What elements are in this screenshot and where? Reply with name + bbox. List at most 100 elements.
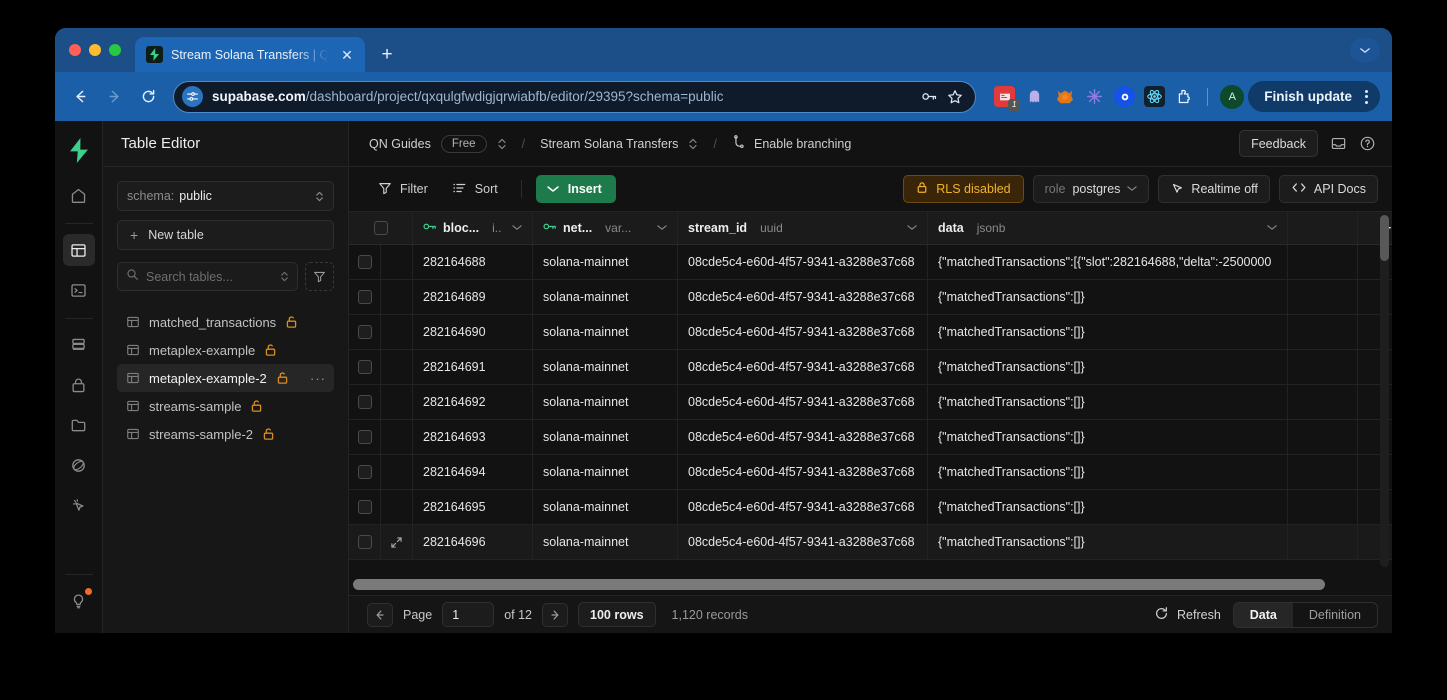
row-checkbox[interactable] xyxy=(349,280,381,314)
row-checkbox[interactable] xyxy=(349,245,381,279)
cell-network[interactable]: solana-mainnet xyxy=(533,525,678,559)
ext-circle-icon[interactable] xyxy=(1114,86,1136,107)
minimize-window-button[interactable] xyxy=(89,44,101,56)
cell-network[interactable]: solana-mainnet xyxy=(533,490,678,524)
vertical-scrollbar-thumb[interactable] xyxy=(1380,215,1389,261)
cell-block[interactable]: 282164691 xyxy=(413,350,533,384)
chevron-down-icon[interactable] xyxy=(512,223,522,233)
close-window-button[interactable] xyxy=(69,44,81,56)
cell-network[interactable]: solana-mainnet xyxy=(533,350,678,384)
sidebar-item-authentication[interactable] xyxy=(63,369,95,401)
table-list-item[interactable]: streams-sample-2 xyxy=(117,420,334,448)
help-circle-icon[interactable] xyxy=(1359,135,1376,152)
table-row[interactable]: 282164696 solana-mainnet 08cde5c4-e60d-4f5… xyxy=(349,525,1392,560)
column-header[interactable]: bloc... i.. xyxy=(413,212,533,244)
insert-button[interactable]: Insert xyxy=(535,175,616,203)
table-row[interactable]: 282164694 solana-mainnet 08cde5c4-e60d-4f5… xyxy=(349,455,1392,490)
refresh-button[interactable]: Refresh xyxy=(1154,606,1221,624)
expand-row-button[interactable] xyxy=(381,385,413,419)
cell-network[interactable]: solana-mainnet xyxy=(533,280,678,314)
rows-per-page-select[interactable]: 100 rows xyxy=(578,602,656,627)
inbox-icon[interactable] xyxy=(1330,135,1347,152)
site-settings-icon[interactable] xyxy=(182,86,203,107)
expand-row-button[interactable] xyxy=(381,525,413,559)
supabase-logo[interactable] xyxy=(63,131,95,169)
table-row[interactable]: 282164691 solana-mainnet 08cde5c4-e60d-4f5… xyxy=(349,350,1392,385)
chevron-down-icon[interactable] xyxy=(1267,223,1277,233)
cell-network[interactable]: solana-mainnet xyxy=(533,420,678,454)
cell-data[interactable]: {"matchedTransactions":[]} xyxy=(928,455,1288,489)
back-button[interactable] xyxy=(65,82,95,112)
cell-stream_id[interactable]: 08cde5c4-e60d-4f57-9341-a3288e37c68 xyxy=(678,245,928,279)
table-row[interactable]: 282164692 solana-mainnet 08cde5c4-e60d-4f5… xyxy=(349,385,1392,420)
column-header[interactable]: net... var... xyxy=(533,212,678,244)
sidebar-item-realtime[interactable] xyxy=(63,489,95,521)
cell-data[interactable]: {"matchedTransactions":[]} xyxy=(928,420,1288,454)
feedback-button[interactable]: Feedback xyxy=(1239,130,1318,157)
expand-row-button[interactable] xyxy=(381,350,413,384)
breadcrumb-org[interactable]: QN Guides xyxy=(369,137,431,151)
star-icon[interactable] xyxy=(947,89,963,105)
cell-network[interactable]: solana-mainnet xyxy=(533,315,678,349)
cell-stream_id[interactable]: 08cde5c4-e60d-4f57-9341-a3288e37c68 xyxy=(678,385,928,419)
expand-row-button[interactable] xyxy=(381,245,413,279)
breadcrumb-project[interactable]: Stream Solana Transfers xyxy=(540,137,678,151)
cell-data[interactable]: {"matchedTransactions":[]} xyxy=(928,490,1288,524)
profile-avatar[interactable]: A xyxy=(1220,84,1245,109)
table-options-icon[interactable]: ··· xyxy=(310,372,326,385)
cell-stream_id[interactable]: 08cde5c4-e60d-4f57-9341-a3288e37c68 xyxy=(678,455,928,489)
chevron-down-icon[interactable] xyxy=(1350,38,1380,62)
cell-block[interactable]: 282164688 xyxy=(413,245,533,279)
cell-data[interactable]: {"matchedTransactions":[]} xyxy=(928,385,1288,419)
cell-block[interactable]: 282164690 xyxy=(413,315,533,349)
search-tables-input[interactable]: Search tables... xyxy=(117,262,298,291)
browser-menu-icon[interactable] xyxy=(1359,89,1374,104)
sidebar-item-feature-previews[interactable] xyxy=(63,585,95,617)
table-list-item[interactable]: matched_transactions xyxy=(117,308,334,336)
table-row[interactable]: 282164695 solana-mainnet 08cde5c4-e60d-4f5… xyxy=(349,490,1392,525)
address-bar[interactable]: supabase.com/dashboard/project/qxqulgfwd… xyxy=(173,80,977,113)
sidebar-item-table-editor[interactable] xyxy=(62,234,95,266)
sort-button[interactable]: Sort xyxy=(443,176,507,203)
column-header[interactable]: stream_id uuid xyxy=(678,212,928,244)
row-checkbox[interactable] xyxy=(349,315,381,349)
horizontal-scrollbar-thumb[interactable] xyxy=(353,579,1326,590)
table-row[interactable]: 282164693 solana-mainnet 08cde5c4-e60d-4f5… xyxy=(349,420,1392,455)
table-list-item[interactable]: metaplex-example-2 ··· xyxy=(117,364,334,392)
cell-block[interactable]: 282164692 xyxy=(413,385,533,419)
cell-stream_id[interactable]: 08cde5c4-e60d-4f57-9341-a3288e37c68 xyxy=(678,525,928,559)
table-row[interactable]: 282164688 solana-mainnet 08cde5c4-e60d-4f5… xyxy=(349,245,1392,280)
table-list-item[interactable]: streams-sample xyxy=(117,392,334,420)
tab-definition[interactable]: Definition xyxy=(1293,603,1377,627)
cell-stream_id[interactable]: 08cde5c4-e60d-4f57-9341-a3288e37c68 xyxy=(678,350,928,384)
table-list-item[interactable]: metaplex-example xyxy=(117,336,334,364)
cell-network[interactable]: solana-mainnet xyxy=(533,385,678,419)
cell-data[interactable]: {"matchedTransactions":[]} xyxy=(928,525,1288,559)
schema-selector[interactable]: schema: public xyxy=(117,181,334,211)
filter-tables-button[interactable] xyxy=(305,262,334,291)
vertical-scrollbar[interactable] xyxy=(1380,215,1389,567)
role-selector[interactable]: role postgres xyxy=(1032,175,1150,203)
expand-row-button[interactable] xyxy=(381,280,413,314)
ext-metamask-icon[interactable] xyxy=(1054,86,1075,107)
sidebar-item-edge-functions[interactable] xyxy=(63,449,95,481)
cell-block[interactable]: 282164696 xyxy=(413,525,533,559)
api-docs-button[interactable]: API Docs xyxy=(1278,175,1378,203)
row-checkbox[interactable] xyxy=(349,350,381,384)
ext-red-icon[interactable]: 1 xyxy=(994,86,1021,111)
sidebar-item-home[interactable] xyxy=(63,179,95,211)
table-row[interactable]: 282164689 solana-mainnet 08cde5c4-e60d-4f5… xyxy=(349,280,1392,315)
ext-puzzle-icon[interactable] xyxy=(1174,86,1195,107)
cell-block[interactable]: 282164693 xyxy=(413,420,533,454)
expand-row-button[interactable] xyxy=(381,490,413,524)
new-tab-button[interactable]: + xyxy=(373,40,401,68)
row-checkbox[interactable] xyxy=(349,490,381,524)
row-checkbox[interactable] xyxy=(349,385,381,419)
close-icon[interactable]: ✕ xyxy=(337,45,357,65)
cell-block[interactable]: 282164689 xyxy=(413,280,533,314)
expand-row-button[interactable] xyxy=(381,420,413,454)
cell-stream_id[interactable]: 08cde5c4-e60d-4f57-9341-a3288e37c68 xyxy=(678,280,928,314)
horizontal-scrollbar[interactable] xyxy=(353,579,1366,590)
org-switcher-icon[interactable] xyxy=(497,137,507,151)
enable-branching-button[interactable]: Enable branching xyxy=(732,134,851,153)
